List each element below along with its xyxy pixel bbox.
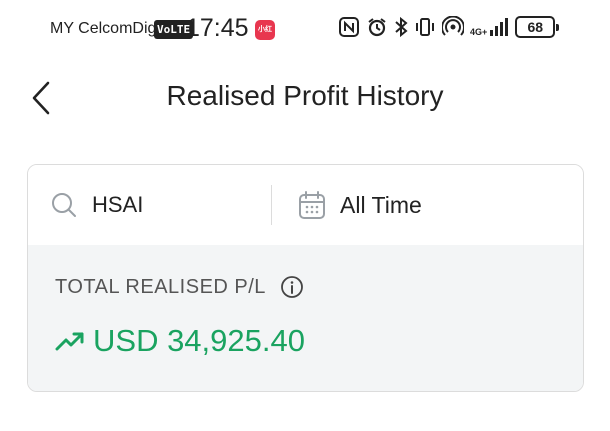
pl-value-row: USD 34,925.40	[55, 323, 305, 359]
cellular-signal-icon: 4G+	[470, 17, 509, 37]
calendar-icon	[299, 191, 325, 219]
profit-summary-card: HSAI All Time TOTAL REALISED P/L USD 34,…	[27, 164, 584, 392]
nfc-icon	[339, 17, 359, 37]
carrier-name: MY CelcomDigi	[50, 20, 160, 37]
vibrate-icon	[416, 18, 434, 36]
info-button[interactable]	[280, 275, 304, 299]
network-type-label: 4G+	[470, 27, 488, 37]
app-notification-icon: 小红书	[255, 20, 275, 53]
app-header: Realised Profit History	[0, 62, 610, 132]
battery-icon: 68	[515, 16, 560, 38]
filter-row: HSAI All Time	[28, 165, 583, 245]
hotspot-icon	[442, 16, 464, 36]
search-value: HSAI	[92, 192, 144, 217]
alarm-icon	[368, 18, 386, 37]
status-clock: 17:45	[186, 14, 249, 42]
app-notification-label: 小红书	[258, 26, 272, 53]
symbol-search-field[interactable]: HSAI	[28, 165, 271, 245]
info-icon	[281, 276, 303, 298]
trending-up-icon	[55, 332, 84, 351]
pl-label-row: TOTAL REALISED P/L	[55, 275, 304, 299]
system-icons: 4G+ 68	[338, 16, 560, 38]
date-range-selector[interactable]: All Time	[272, 165, 583, 245]
page-title: Realised Profit History	[166, 80, 444, 111]
pl-label: TOTAL REALISED P/L	[55, 275, 266, 298]
pl-value: USD 34,925.40	[93, 323, 305, 358]
search-icon	[52, 193, 76, 217]
date-range-value: All Time	[340, 191, 422, 218]
realised-pl-panel: TOTAL REALISED P/L USD 34,925.40	[28, 245, 583, 391]
bluetooth-icon	[395, 16, 408, 38]
status-bar: MY CelcomDigi VoLTE 17:45 小红书 4G+ 68	[0, 0, 610, 62]
